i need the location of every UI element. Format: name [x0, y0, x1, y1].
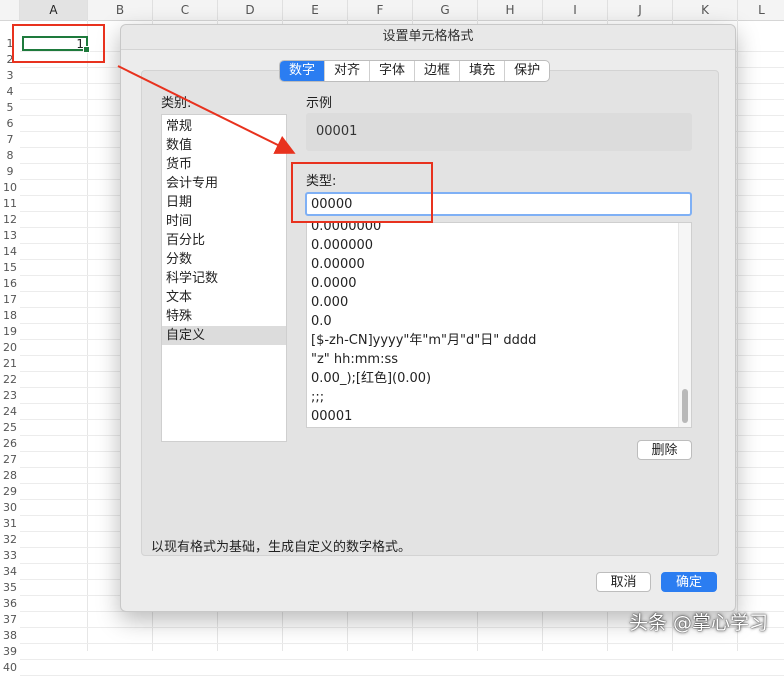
grid-hline — [20, 659, 784, 660]
row-header-40[interactable]: 40 — [0, 660, 20, 676]
watermark: 头条 @掌心学习 — [628, 612, 768, 634]
annotation-arrow — [117, 65, 296, 154]
annotation-box-type — [291, 162, 433, 223]
